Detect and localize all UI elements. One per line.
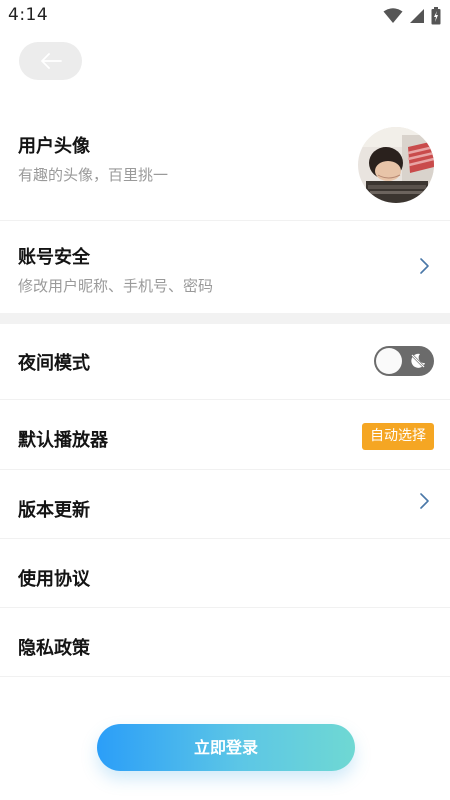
section-separator — [0, 313, 450, 324]
avatar-image — [358, 127, 434, 203]
arrow-left-icon — [40, 53, 62, 69]
default-player-title: 默认播放器 — [18, 430, 108, 451]
wifi-icon — [383, 8, 403, 23]
avatar[interactable] — [358, 127, 434, 203]
privacy-title: 隐私政策 — [18, 638, 90, 659]
status-bar: 4:14 — [0, 0, 450, 32]
status-time: 4:14 — [8, 5, 49, 25]
battery-icon — [431, 7, 441, 25]
terms-title: 使用协议 — [18, 569, 90, 590]
status-icons — [383, 7, 441, 25]
cellular-signal-icon — [410, 9, 424, 23]
avatar-row-subtitle: 有趣的头像，百里挑一 — [18, 166, 169, 184]
login-button[interactable]: 立即登录 — [97, 724, 355, 771]
chevron-right-icon — [420, 493, 429, 509]
divider — [0, 676, 450, 677]
account-security-title: 账号安全 — [18, 247, 90, 268]
avatar-row-title: 用户头像 — [18, 136, 90, 157]
version-update-row[interactable]: 版本更新 — [0, 470, 450, 538]
terms-row[interactable]: 使用协议 — [0, 539, 450, 607]
night-mode-title: 夜间模式 — [18, 353, 90, 374]
account-security-row[interactable]: 账号安全 修改用户昵称、手机号、密码 — [0, 221, 450, 313]
default-player-badge[interactable]: 自动选择 — [362, 423, 434, 450]
moon-off-icon — [411, 353, 425, 368]
privacy-row[interactable]: 隐私政策 — [0, 608, 450, 676]
account-security-subtitle: 修改用户昵称、手机号、密码 — [18, 277, 214, 295]
chevron-right-icon — [420, 258, 429, 274]
night-mode-toggle[interactable] — [374, 346, 434, 376]
back-button[interactable] — [19, 42, 82, 80]
settings-screen: 4:14 用户头像 有趣的头像，百里挑一 账号安全 修改用户昵称、手机号、密码 … — [0, 0, 450, 800]
toggle-knob — [376, 348, 402, 374]
version-update-title: 版本更新 — [18, 500, 90, 521]
